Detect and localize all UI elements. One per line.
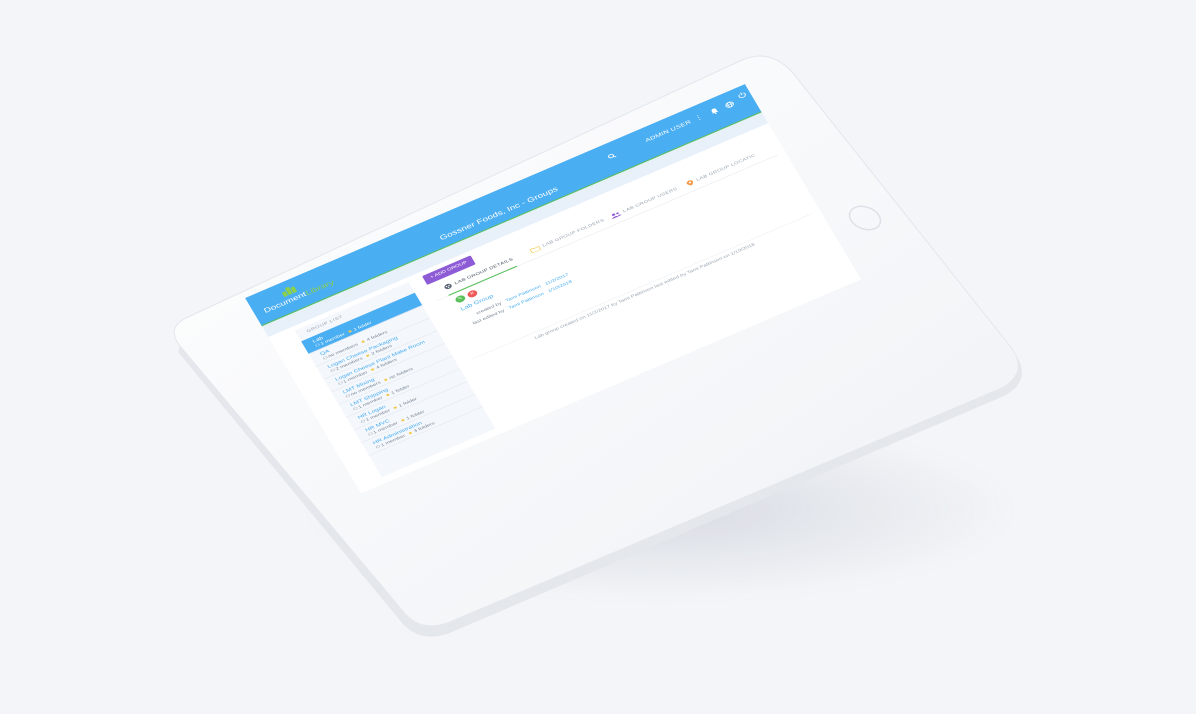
- bell-icon[interactable]: [708, 106, 721, 116]
- tab-lab-group-users[interactable]: LAB GROUP USERS: [607, 182, 681, 223]
- power-icon[interactable]: [736, 90, 749, 100]
- kebab-icon[interactable]: ⋮: [693, 113, 705, 122]
- tab-lab-group-locations[interactable]: LAB GROUP LOCATIC: [683, 149, 759, 192]
- users-icon: [611, 212, 622, 220]
- edited-by-row: last edited byTami Pattinson1/10/2018: [472, 280, 573, 326]
- edit-icon[interactable]: ✎: [454, 294, 467, 304]
- tab-label: LAB GROUP USERS: [622, 186, 679, 214]
- delete-icon[interactable]: ✕: [466, 288, 479, 299]
- scene: DocumentLibrary Gossner Foods, Inc - Gro…: [0, 0, 1196, 714]
- location-pin-icon: [686, 180, 694, 186]
- group-details-icon: [444, 283, 452, 290]
- search-icon[interactable]: [607, 152, 617, 160]
- tab-label: LAB GROUP LOCATIC: [695, 153, 757, 183]
- logo-word-library: Library: [303, 278, 336, 297]
- folder-icon: [529, 245, 542, 254]
- tab-label: LAB GROUP FOLDERS: [541, 218, 606, 248]
- globe-icon[interactable]: [723, 100, 736, 110]
